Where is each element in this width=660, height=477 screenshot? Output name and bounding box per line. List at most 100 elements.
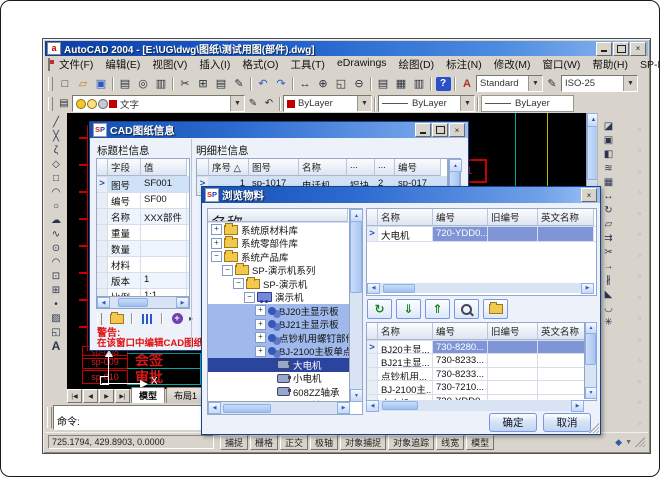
column-header-编号[interactable]: 编号: [433, 323, 488, 340]
line-icon[interactable]: ╱: [47, 115, 65, 129]
menu-item-标注(N)[interactable]: 标注(N): [440, 56, 488, 73]
dialog-close-button[interactable]: ×: [449, 123, 465, 137]
fillet-icon[interactable]: ◡: [600, 301, 618, 315]
cancel-button[interactable]: 取消: [543, 413, 591, 432]
open-icon[interactable]: ▱: [74, 75, 92, 92]
docked-tool-icon[interactable]: ▫: [631, 371, 649, 392]
tree-item-系统零部件库[interactable]: +系统零部件库: [208, 237, 350, 251]
ellipse-arc-icon[interactable]: ◠: [47, 255, 65, 269]
dim-style-combo[interactable]: ISO-25▼: [561, 75, 638, 92]
open-folder-button[interactable]: [483, 299, 508, 319]
menu-item-eDrawings[interactable]: eDrawings: [331, 56, 393, 73]
status-toggle-线宽[interactable]: 线宽: [436, 435, 464, 450]
arc-icon[interactable]: ◠: [47, 185, 65, 199]
docked-tool-icon[interactable]: ▫: [631, 203, 649, 224]
ok-button[interactable]: 确定: [489, 413, 537, 432]
make-block-icon[interactable]: ⊞: [47, 283, 65, 297]
docked-tool-icon[interactable]: ▫: [631, 350, 649, 371]
new-icon[interactable]: □: [56, 75, 74, 92]
close-button[interactable]: ×: [630, 42, 646, 56]
field-row-图号[interactable]: >图号SF001: [97, 177, 189, 193]
move-icon[interactable]: ↔: [600, 189, 618, 203]
field-row-编号[interactable]: 编号SF00: [97, 193, 189, 209]
column-header-旧编号[interactable]: 旧编号: [488, 323, 538, 340]
column-header-名称[interactable]: 名称: [378, 323, 433, 340]
scroll-left-icon[interactable]: ◀: [367, 283, 380, 294]
stretch-icon[interactable]: ⇉: [600, 231, 618, 245]
expand-icon[interactable]: +: [255, 319, 266, 330]
publish-icon[interactable]: ▥: [152, 75, 170, 92]
expand-icon[interactable]: +: [211, 238, 222, 249]
extend-icon[interactable]: →: [600, 259, 618, 273]
column-header-序号[interactable]: 序号 △: [209, 159, 249, 176]
field-value[interactable]: [141, 257, 187, 272]
scroll-thumb[interactable]: [585, 333, 596, 365]
insert-block-icon[interactable]: ⊡: [47, 269, 65, 283]
column-header-旧编号[interactable]: 旧编号: [488, 209, 538, 226]
rectangle-icon[interactable]: □: [47, 171, 65, 185]
break-icon[interactable]: ∦: [600, 273, 618, 287]
menu-item-绘图(D)[interactable]: 绘图(D): [393, 56, 441, 73]
tree-item-系统产品库[interactable]: −系统产品库: [208, 250, 350, 264]
field-value[interactable]: SF001: [141, 177, 187, 192]
status-toggle-对象捕捉[interactable]: 对象捕捉: [340, 435, 386, 450]
status-toggle-捕捉[interactable]: 捕捉: [220, 435, 248, 450]
docked-tool-icon[interactable]: ▫: [631, 392, 649, 413]
column-header-字段[interactable]: 字段: [108, 159, 141, 176]
mirror-icon[interactable]: ◧: [600, 147, 618, 161]
match-properties-icon[interactable]: ✎: [230, 75, 248, 92]
dialog-resize-grip-icon[interactable]: [589, 423, 599, 433]
undo-icon[interactable]: ↶: [254, 75, 272, 92]
tree-item-SP-演示机系列[interactable]: −SP-演示机系列: [208, 264, 350, 278]
scroll-right-icon[interactable]: ▶: [176, 297, 189, 308]
tab-next-icon[interactable]: ▶: [99, 389, 114, 403]
copy-icon[interactable]: ⊞: [194, 75, 212, 92]
command-grip[interactable]: [47, 407, 52, 428]
tab-last-icon[interactable]: ▶|: [115, 389, 130, 403]
tab-prev-icon[interactable]: ◀: [83, 389, 98, 403]
material-row-大电机[interactable]: >大电机720-YDD0...: [367, 227, 596, 242]
column-header-编号[interactable]: 编号: [395, 159, 441, 176]
toolbar-grip[interactable]: [48, 77, 53, 91]
info-grid-hscrollbar[interactable]: ◀ ▶: [96, 296, 190, 309]
region-icon[interactable]: ◱: [47, 325, 65, 339]
menu-item-SP-PDM插件(P)[interactable]: SP-PDM插件(P): [634, 56, 660, 73]
tree-item-BJ-2100主板单点[interactable]: +BJ-2100主板单点: [208, 345, 350, 359]
text-style-combo[interactable]: Standard▼: [476, 75, 543, 92]
column-header-英文名称[interactable]: 英文名称: [538, 209, 594, 226]
layer-combo[interactable]: 文字 ▼: [72, 95, 245, 112]
collapse-icon[interactable]: −: [233, 278, 244, 289]
status-toggle-栅格[interactable]: 栅格: [250, 435, 278, 450]
polyline-icon[interactable]: ζ: [47, 143, 65, 157]
expand-icon[interactable]: +: [255, 346, 266, 357]
tree-item-BJ21主显示板[interactable]: +BJ21主显示板: [208, 318, 350, 332]
column-header-...[interactable]: ...: [347, 159, 375, 176]
selection-vscrollbar[interactable]: ▲ ▼: [584, 322, 596, 399]
tab-first-icon[interactable]: |◀: [67, 389, 82, 403]
scroll-thumb[interactable]: [350, 221, 362, 293]
scroll-thumb[interactable]: [223, 404, 271, 413]
array-icon[interactable]: ▦: [600, 175, 618, 189]
collapse-icon[interactable]: −: [244, 292, 255, 303]
field-value[interactable]: XXX部件: [141, 209, 187, 224]
tab-布局1[interactable]: 布局1: [166, 387, 205, 403]
cut-icon[interactable]: ✂: [176, 75, 194, 92]
collapse-icon[interactable]: −: [222, 265, 233, 276]
docked-tool-icon[interactable]: ▫: [631, 329, 649, 350]
design-center-icon[interactable]: ▦: [392, 75, 410, 92]
dim-style-icon[interactable]: ✎: [543, 75, 561, 92]
erase-icon[interactable]: ◪: [600, 119, 618, 133]
scroll-thumb[interactable]: [383, 284, 415, 293]
column-header-图号[interactable]: 图号: [249, 159, 299, 176]
column-header-...[interactable]: ...: [375, 159, 395, 176]
material-row-BJ21主显...[interactable]: BJ21主显...730-8233...: [367, 354, 596, 367]
zoom-realtime-icon[interactable]: ⊕: [314, 75, 332, 92]
resize-grip-icon[interactable]: [635, 437, 645, 447]
column-header-名称[interactable]: 名称: [299, 159, 347, 176]
barcode-button[interactable]: [137, 311, 157, 326]
tree-vscrollbar[interactable]: ▲ ▼: [349, 209, 362, 402]
expand-icon[interactable]: +: [211, 224, 222, 235]
tool-palettes-icon[interactable]: ▥: [410, 75, 428, 92]
scroll-down-icon[interactable]: ▼: [350, 389, 363, 402]
tab-模型[interactable]: 模型: [131, 387, 165, 403]
